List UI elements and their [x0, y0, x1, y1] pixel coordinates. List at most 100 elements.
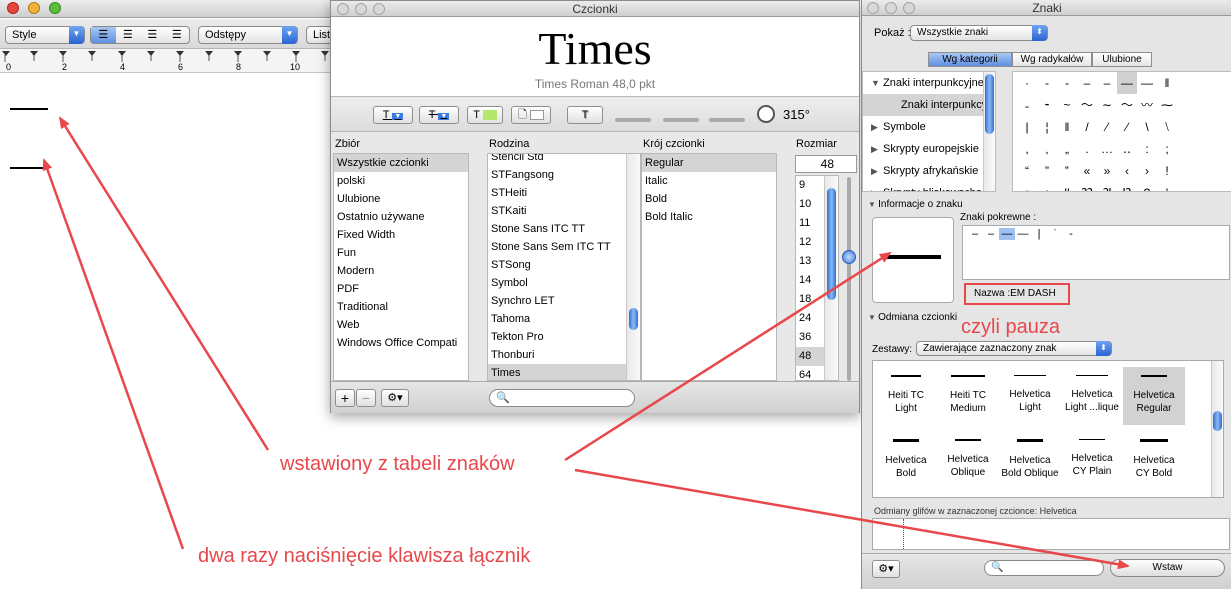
style-popup[interactable]: Style ▼ [5, 26, 85, 44]
glyph-cell[interactable]: ‚ [1037, 138, 1057, 160]
glyph-cell[interactable]: ‐ [1037, 72, 1057, 94]
collections-list[interactable]: Wszystkie czcionki polski Ulubione Ostatnio… [333, 153, 469, 381]
size-scroll-thumb[interactable] [827, 188, 836, 300]
align-justify-icon[interactable]: ☰ [140, 27, 165, 43]
related-chars[interactable]: – – — ― | ˈ - [962, 225, 1230, 280]
related-char[interactable]: | [1031, 228, 1047, 240]
glyph-cell[interactable]: ‖ [1057, 116, 1077, 138]
gear-icon[interactable]: ⚙▾ [381, 389, 409, 407]
gear-icon[interactable]: ⚙▾ [872, 560, 900, 578]
size-list[interactable]: 9 10 11 12 13 14 18 24 36 48 64 [795, 175, 839, 381]
text-color-button[interactable]: T [467, 106, 503, 124]
font-variant-cell[interactable]: Helvetica Bold Oblique [999, 431, 1061, 489]
typeface-list[interactable]: Regular Italic Bold Bold Italic [641, 153, 777, 381]
glyph-cell[interactable]: „ [1057, 138, 1077, 160]
glyph-cell[interactable]: ‒ [1077, 72, 1097, 94]
family-item[interactable]: STHeiti [488, 184, 640, 202]
triangle-right-icon[interactable]: ▶ [871, 160, 883, 182]
triangle-right-icon[interactable]: ▶ [871, 182, 883, 191]
family-item[interactable]: Symbol [488, 274, 640, 292]
related-char[interactable]: — [999, 228, 1015, 240]
angle-dial-icon[interactable] [757, 105, 775, 123]
triangle-right-icon[interactable]: ▶ [871, 116, 883, 138]
font-variant-cell[interactable]: Helvetica Light [999, 367, 1061, 425]
font-search-field[interactable]: 🔍 [489, 389, 635, 407]
font-variant-cell[interactable]: Helvetica CY Plain [1061, 431, 1123, 489]
typeface-item[interactable]: Bold Italic [642, 208, 776, 226]
remove-collection-button[interactable]: − [356, 389, 376, 407]
font-variant-cell[interactable]: Heiti TC Light [875, 367, 937, 425]
glyph-cell[interactable]: ' [1157, 182, 1177, 191]
glyph-cell[interactable]: » [1097, 160, 1117, 182]
shadow-button[interactable]: T [567, 106, 603, 124]
family-item[interactable]: Tekton Pro [488, 328, 640, 346]
collection-item[interactable]: Traditional [334, 298, 468, 316]
typeface-item[interactable]: Regular [642, 154, 776, 172]
underline-button[interactable]: T ▼ [373, 106, 413, 124]
related-char[interactable]: - [1063, 228, 1079, 240]
glyph-cell[interactable]: ⁃ [1037, 94, 1057, 116]
font-variant-cell[interactable]: Helvetica Regular [1123, 367, 1185, 425]
ruler[interactable]: 0 2 4 6 8 10 [0, 49, 332, 73]
shadow-blur-slider[interactable] [663, 118, 699, 122]
family-item[interactable]: Times [488, 364, 640, 380]
glyph-cell[interactable]: … [1097, 138, 1117, 160]
tab-favorites[interactable]: Ulubione [1092, 52, 1152, 67]
glyph-cell[interactable]: ! [1157, 160, 1177, 182]
glyph-cell[interactable]: , [1017, 138, 1037, 160]
glyph-cell[interactable]: ‥ [1117, 138, 1137, 160]
align-right-icon[interactable]: ☰ [165, 27, 190, 43]
show-popup[interactable]: Wszystkie znaki ⬍ [910, 25, 1048, 41]
variants-section-header[interactable]: ▼ Odmiana czcionki [868, 312, 957, 323]
zoom-icon[interactable] [903, 2, 915, 14]
shadow-opacity-slider[interactable] [615, 118, 651, 122]
glyph-cell[interactable]: ? [1137, 182, 1157, 191]
family-item[interactable]: STSong [488, 256, 640, 274]
related-char[interactable]: ˈ [1047, 228, 1063, 240]
collection-item[interactable]: Windows Office Compati [334, 334, 468, 352]
collection-item[interactable]: Fun [334, 244, 468, 262]
minimize-icon[interactable] [28, 2, 40, 14]
family-scroll-thumb[interactable] [629, 308, 638, 330]
glyph-cell[interactable]: 〰 [1137, 94, 1157, 116]
glyph-cell[interactable]: › [1137, 160, 1157, 182]
tab-by-category[interactable]: Wg kategorii [928, 52, 1012, 67]
glyph-variants-box[interactable] [872, 518, 1230, 550]
category-item[interactable]: ▶Skrypty bliskowschodnie [863, 182, 995, 191]
triangle-right-icon[interactable]: ▶ [871, 138, 883, 160]
glyph-cell[interactable]: ～ [1117, 94, 1137, 116]
collection-item[interactable]: Web [334, 316, 468, 334]
glyph-cell[interactable]: . [1077, 138, 1097, 160]
zoom-icon[interactable] [49, 2, 61, 14]
family-item[interactable]: Synchro LET [488, 292, 640, 310]
glyph-cell[interactable]: · [1017, 72, 1037, 94]
family-item[interactable]: STKaiti [488, 202, 640, 220]
related-char[interactable]: – [967, 228, 983, 240]
collection-item[interactable]: polski [334, 172, 468, 190]
document-text-area[interactable] [0, 74, 332, 589]
glyph-cell[interactable]: ⁓ [1157, 94, 1177, 116]
family-list[interactable]: Stencil Std STFangsong STHeiti STKaiti Stone… [487, 153, 641, 381]
close-icon[interactable] [7, 2, 19, 14]
close-icon[interactable] [867, 2, 879, 14]
strikethrough-button[interactable]: T ▼ [419, 106, 459, 124]
typeface-item[interactable]: Bold [642, 190, 776, 208]
family-item[interactable]: Stone Sans Sem ITC TT [488, 238, 640, 256]
font-variant-cell[interactable]: Helvetica Bold [875, 431, 937, 489]
sets-popup[interactable]: Zawierające zaznaczony znak ⬍ [916, 341, 1112, 356]
align-left-icon[interactable]: ☰ [91, 27, 116, 43]
glyph-cell[interactable]: ⁈ [1097, 182, 1117, 191]
glyph-cell[interactable]: “ [1017, 160, 1037, 182]
glyph-cell[interactable]: ¦ [1037, 116, 1057, 138]
triangle-down-icon[interactable]: ▼ [871, 72, 883, 94]
minimize-icon[interactable] [355, 3, 367, 15]
glyph-cell[interactable]: « [1077, 160, 1097, 182]
glyph-cell[interactable]: ‖ [1157, 72, 1177, 94]
char-search-field[interactable]: 🔍 [984, 560, 1104, 576]
collection-item[interactable]: Ulubione [334, 190, 468, 208]
family-item[interactable]: Stone Sans ITC TT [488, 220, 640, 238]
glyph-cell[interactable]: – [1097, 72, 1117, 94]
size-slider-knob[interactable] [842, 250, 856, 264]
minimize-icon[interactable] [885, 2, 897, 14]
spacing-popup[interactable]: Odstępy ▼ [198, 26, 298, 44]
